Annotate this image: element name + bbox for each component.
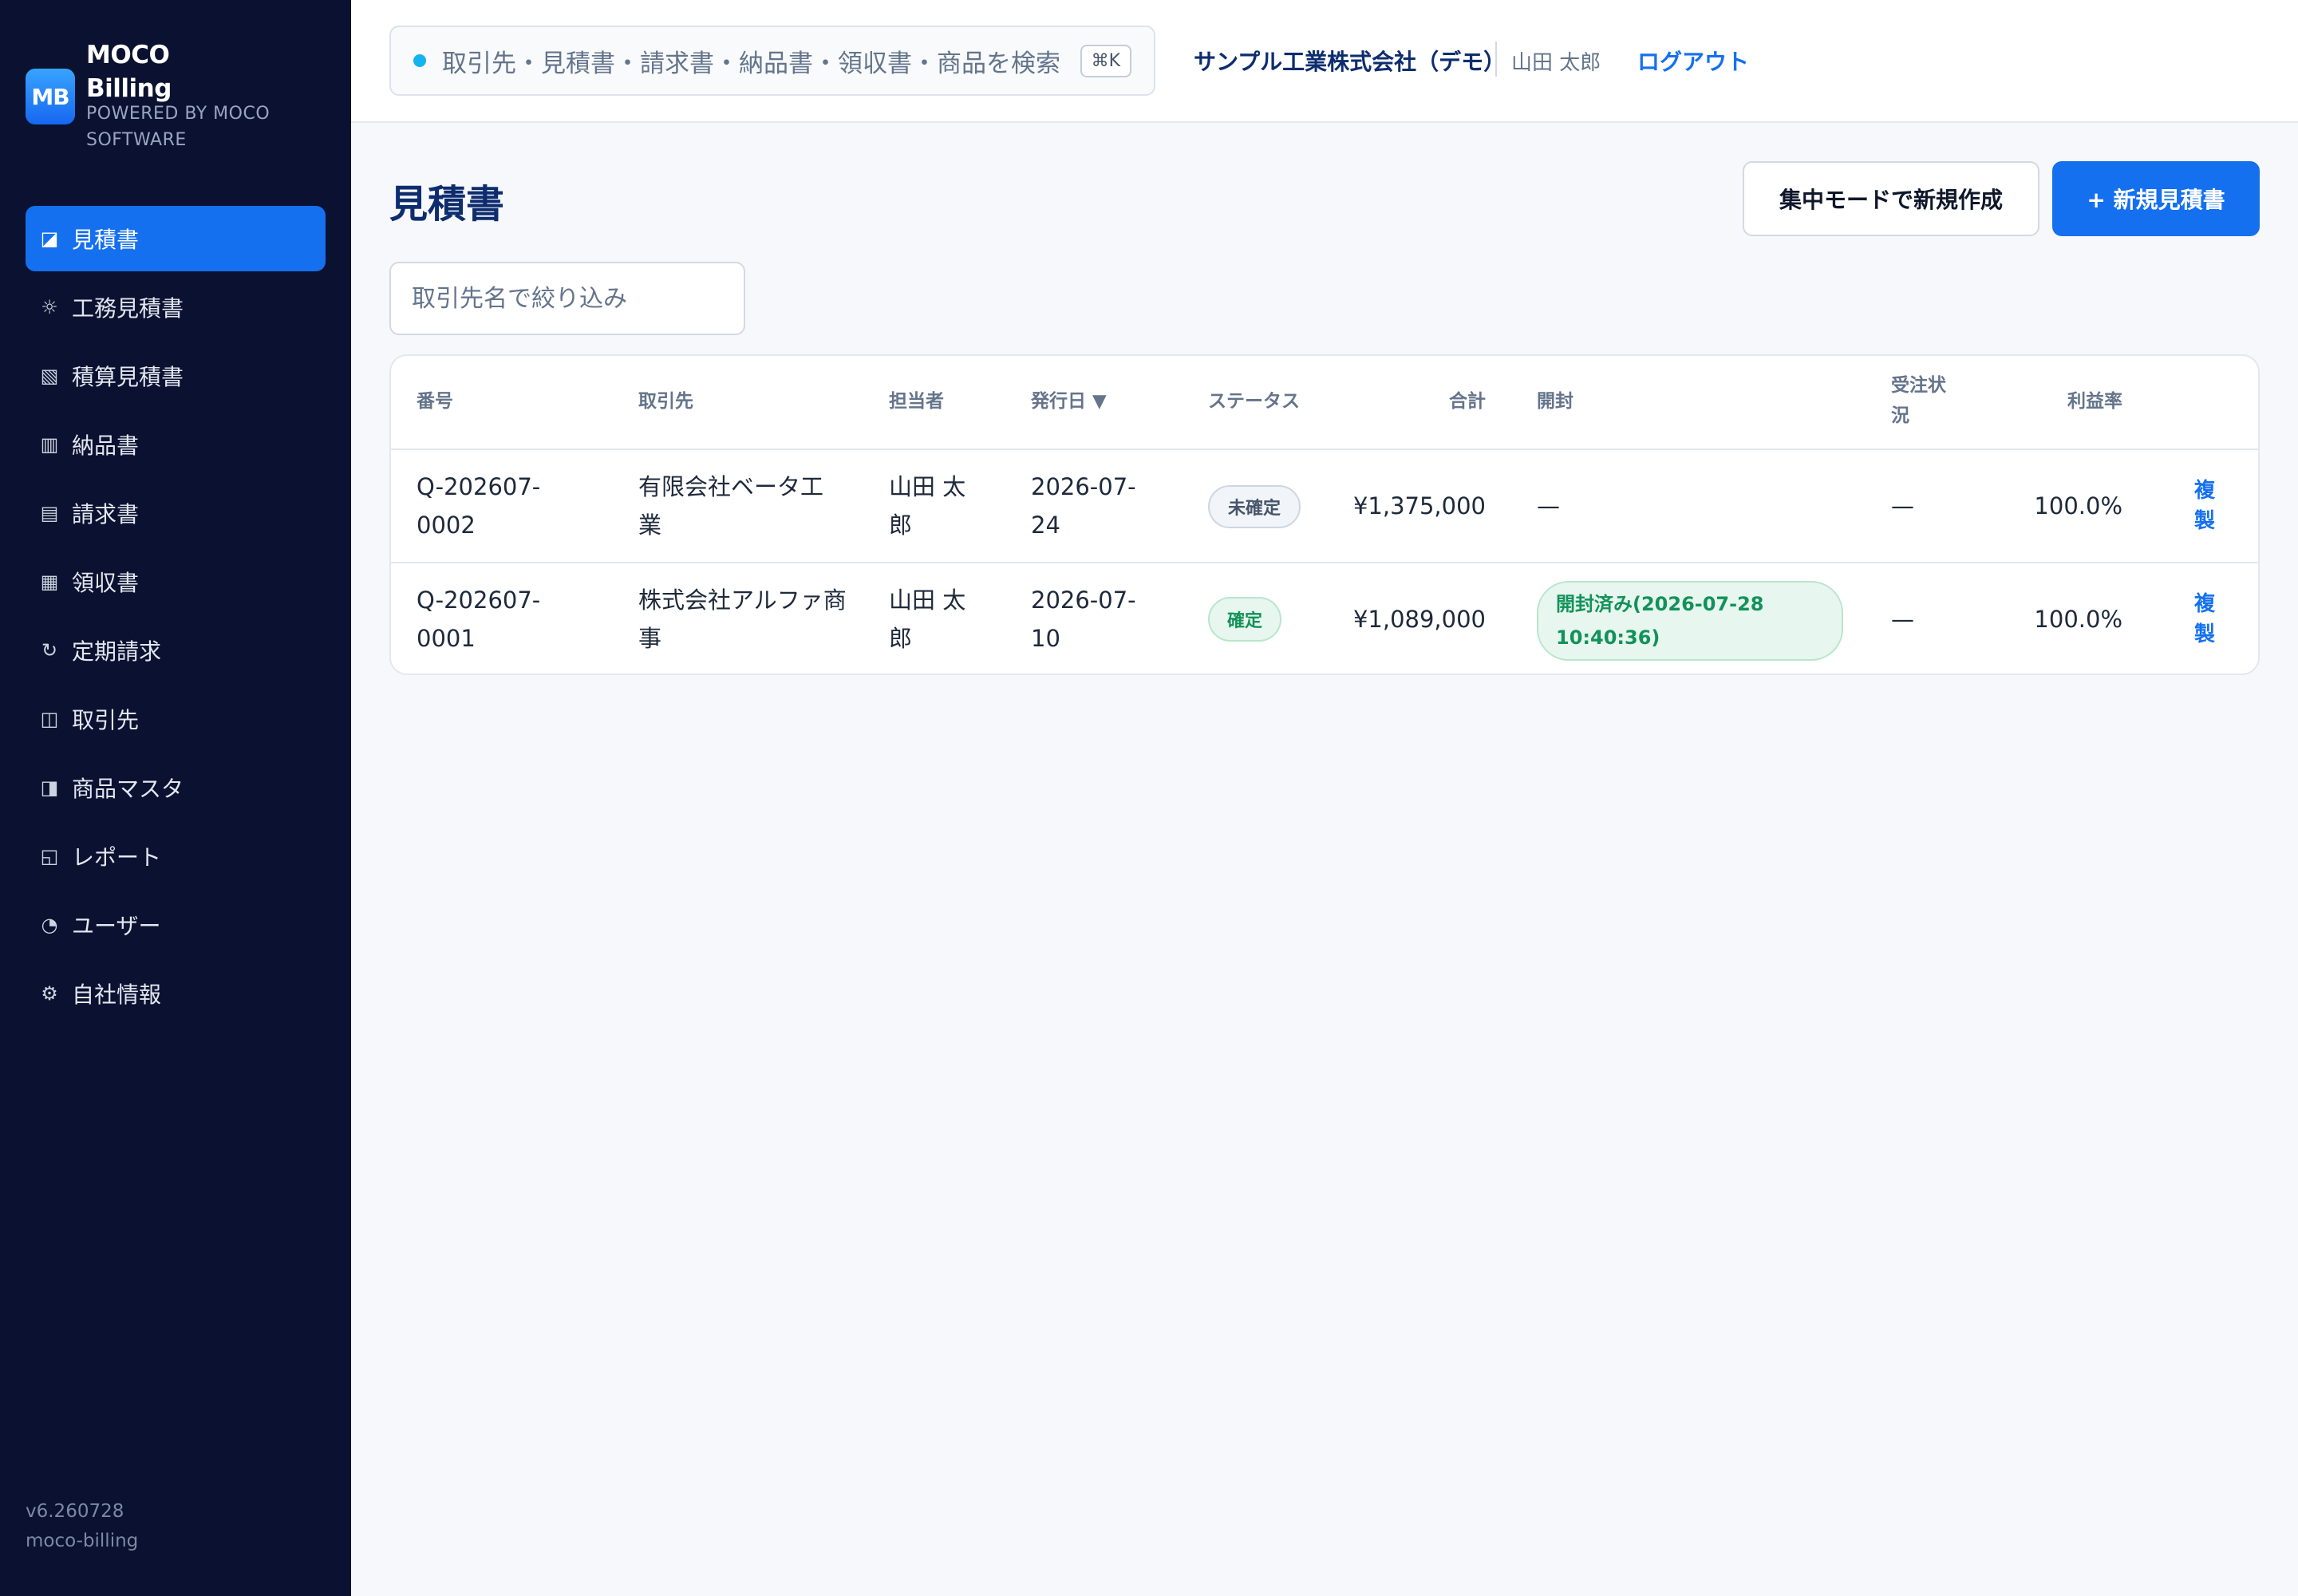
table-header: 番号 取引先 担当者 発行日 ▼ ステータス 合計 開封 受注状 況 利益率 <box>391 356 2258 450</box>
clients-icon: ◫ <box>40 708 59 730</box>
page-title: 見積書 <box>389 182 505 227</box>
sidebar-item-products[interactable]: ◨ 商品マスタ <box>26 755 326 820</box>
col-status[interactable]: ステータス <box>1208 386 1300 417</box>
order-status: — <box>1891 606 1914 633</box>
client-filter-input[interactable] <box>389 262 745 335</box>
invoice-icon: ▤ <box>40 502 59 524</box>
receipt-icon: ▦ <box>40 571 59 593</box>
sidebar-item-label: 積算見積書 <box>72 364 184 390</box>
sidebar-item-label: 取引先 <box>72 707 140 733</box>
table-row[interactable]: Q-202607- 0002 有限会社ベータ工 業 山田 太 郎 2026-07… <box>391 450 2258 563</box>
client-name: 有限会社ベータ工 業 <box>638 473 824 539</box>
app-id: moco-billing <box>26 1531 139 1551</box>
issue-date: 2026-07- 24 <box>1031 473 1136 539</box>
current-user: 山田 太郎 <box>1511 51 1601 75</box>
sidebar-item-label: 請求書 <box>72 501 140 527</box>
brand-tagline: POWERED BY MOCO SOFTWARE <box>86 104 270 150</box>
sidebar-item-delivery-notes[interactable]: ▥ 納品書 <box>26 412 326 477</box>
col-owner[interactable]: 担当者 <box>889 386 944 417</box>
sidebar-item-label: 自社情報 <box>72 982 162 1008</box>
client-name: 株式会社アルファ商 事 <box>638 587 847 652</box>
search-shortcut-hint: ⌘K <box>1080 44 1131 77</box>
duplicate-link[interactable]: 複 製 <box>2193 589 2217 650</box>
status-badge: 未確定 <box>1208 485 1301 528</box>
company-switcher[interactable]: サンプル工業株式会社（デモ） <box>1194 45 1506 77</box>
brand-name: MOCO Billing <box>86 41 172 103</box>
margin-rate: 100.0% <box>2034 606 2122 633</box>
focus-mode-create-button[interactable]: 集中モードで新規作成 <box>1743 161 2039 236</box>
issue-date: 2026-07- 10 <box>1031 587 1136 652</box>
status-badge: 確定 <box>1208 597 1281 642</box>
sidebar-item-reports[interactable]: ◱ レポート <box>26 824 326 889</box>
global-search[interactable]: 取引先・見積書・請求書・納品書・領収書・商品を検索 ⌘K <box>389 26 1155 96</box>
sidebar-item-label: 定期請求 <box>72 638 162 665</box>
brand[interactable]: MB MOCO Billing POWERED BY MOCO SOFTWARE <box>26 38 329 158</box>
sidebar-item-label: ユーザー <box>72 913 161 939</box>
quote-number[interactable]: Q-202607- 0001 <box>417 581 540 658</box>
col-issue-date-sorted[interactable]: 発行日 ▼ <box>1031 386 1107 417</box>
topbar: 取引先・見積書・請求書・納品書・領収書・商品を検索 ⌘K サンプル工業株式会社（… <box>351 0 2298 123</box>
recurring-icon: ↻ <box>41 639 58 662</box>
sidebar: MB MOCO Billing POWERED BY MOCO SOFTWARE… <box>0 0 351 1596</box>
quotes-table: 番号 取引先 担当者 発行日 ▼ ステータス 合計 開封 受注状 況 利益率 Q… <box>389 354 2260 675</box>
total-amount: ¥1,089,000 <box>1352 606 1486 633</box>
table-row[interactable]: Q-202607- 0001 株式会社アルファ商 事 山田 太 郎 2026-0… <box>391 563 2258 674</box>
margin-rate: 100.0% <box>2034 492 2122 519</box>
total-amount: ¥1,375,000 <box>1352 492 1486 519</box>
sidebar-item-construction-quotes[interactable]: ☼ 工務見積書 <box>26 275 326 340</box>
sidebar-item-label: 工務見積書 <box>72 295 184 322</box>
sidebar-item-label: 見積書 <box>72 227 140 253</box>
users-icon: ◔ <box>41 914 58 936</box>
duplicate-link[interactable]: 複 製 <box>2193 476 2217 536</box>
opened-badge: 開封済み(2026-07-28 10:40:36) <box>1537 581 1843 661</box>
sidebar-item-company-info[interactable]: ⚙ 自社情報 <box>26 961 326 1026</box>
search-status-dot-icon <box>413 54 426 67</box>
new-quote-button[interactable]: + 新規見積書 <box>2052 161 2260 236</box>
construction-icon: ☼ <box>41 296 58 318</box>
owner-name: 山田 太 郎 <box>889 473 966 539</box>
sidebar-item-receipts[interactable]: ▦ 領収書 <box>26 549 326 614</box>
opened-status: — <box>1537 492 1560 519</box>
products-icon: ◨ <box>40 776 59 799</box>
col-client[interactable]: 取引先 <box>638 386 693 417</box>
order-status: — <box>1891 492 1914 519</box>
app-version: v6.260728 <box>26 1501 124 1522</box>
sidebar-item-invoices[interactable]: ▤ 請求書 <box>26 480 326 546</box>
sidebar-item-cost-estimates[interactable]: ▧ 積算見積書 <box>26 343 326 409</box>
quote-icon: ◪ <box>40 227 59 250</box>
sidebar-item-label: レポート <box>72 844 162 871</box>
col-opened[interactable]: 開封 <box>1537 386 1573 417</box>
sidebar-item-label: 領収書 <box>72 570 140 596</box>
sidebar-item-label: 納品書 <box>72 433 140 459</box>
logout-link[interactable]: ログアウト <box>1637 45 1749 77</box>
sidebar-nav: ◪ 見積書 ☼ 工務見積書 ▧ 積算見積書 ▥ 納品書 ▤ 請求書 ▦ 領収書 … <box>26 206 326 1029</box>
delivery-icon: ▥ <box>40 433 59 456</box>
owner-name: 山田 太 郎 <box>889 587 966 652</box>
report-icon: ◱ <box>40 845 59 867</box>
col-margin[interactable]: 利益率 <box>2011 386 2122 417</box>
search-input[interactable]: 取引先・見積書・請求書・納品書・領収書・商品を検索 <box>442 43 1064 79</box>
sidebar-item-recurring[interactable]: ↻ 定期請求 <box>26 618 326 683</box>
sidebar-item-label: 商品マスタ <box>72 776 184 802</box>
gear-icon: ⚙ <box>41 982 58 1005</box>
sidebar-item-clients[interactable]: ◫ 取引先 <box>26 686 326 752</box>
sidebar-item-users[interactable]: ◔ ユーザー <box>26 892 326 958</box>
estimate-icon: ▧ <box>40 365 59 387</box>
topbar-divider <box>1495 41 1497 77</box>
col-number[interactable]: 番号 <box>417 386 453 417</box>
brand-logo: MB <box>26 69 75 124</box>
quote-number[interactable]: Q-202607- 0002 <box>417 468 540 544</box>
sidebar-item-quotes[interactable]: ◪ 見積書 <box>26 206 326 271</box>
col-order-status[interactable]: 受注状 況 <box>1891 370 1946 431</box>
sidebar-footer: v6.260728 moco-billing <box>26 1497 138 1556</box>
col-total[interactable]: 合計 <box>1348 386 1486 417</box>
